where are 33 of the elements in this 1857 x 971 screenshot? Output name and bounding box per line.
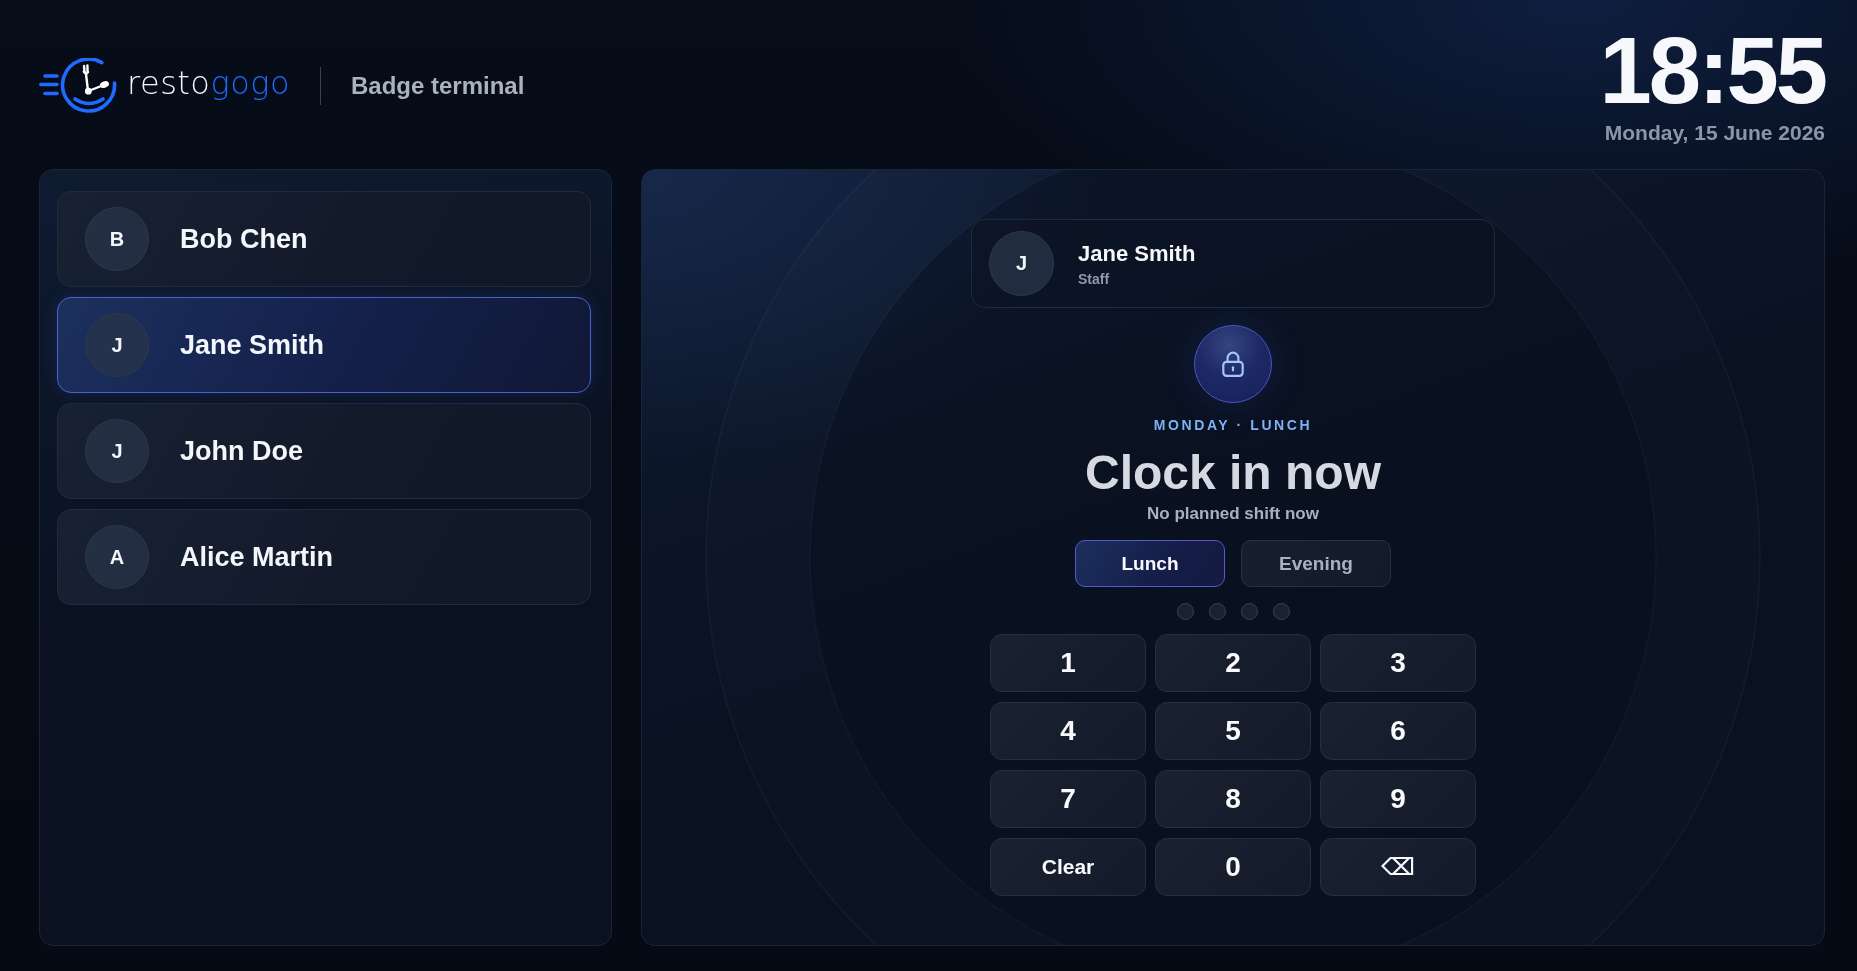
clock-date: Monday, 15 June 2026 [1604, 120, 1825, 145]
clear-button[interactable]: Clear [990, 838, 1146, 897]
keypad-key[interactable]: 6 [1320, 702, 1476, 761]
keypad-key[interactable]: 8 [1155, 770, 1311, 829]
user-name: Jane Smith [1078, 240, 1196, 267]
keypad-key[interactable]: 9 [1320, 770, 1476, 829]
avatar: J [989, 231, 1054, 296]
staff-list-item[interactable]: J John Doe [57, 403, 591, 499]
avatar: J [85, 313, 149, 377]
avatar: J [85, 419, 149, 483]
shift-tab[interactable]: Evening [1241, 540, 1391, 588]
keypad-key[interactable]: 4 [990, 702, 1146, 761]
keypad-key[interactable]: 0 [1155, 838, 1311, 897]
staff-list-item[interactable]: J Jane Smith [57, 297, 591, 393]
user-role: Staff [1078, 270, 1111, 287]
keypad-key[interactable]: 1 [990, 634, 1146, 693]
clock-time: 18:55 [1599, 26, 1825, 116]
backspace-button[interactable]: ⌫ [1320, 838, 1476, 897]
action-heading: Clock in now [1085, 445, 1381, 501]
avatar: B [85, 207, 149, 271]
staff-list-item[interactable]: B Bob Chen [57, 191, 591, 287]
shift-status-text: No planned shift now [1147, 504, 1319, 525]
shift-tab[interactable]: Lunch [1075, 540, 1225, 588]
keypad-key[interactable]: 5 [1155, 702, 1311, 761]
keypad-key[interactable]: 7 [990, 770, 1146, 829]
page-title: Badge terminal [351, 71, 525, 100]
logo-icon [39, 57, 117, 114]
logo-wordmark: restogogo [127, 66, 290, 99]
keypad-key[interactable]: 2 [1155, 634, 1311, 693]
shift-context-label: MONDAY · LUNCH [1153, 417, 1313, 433]
keypad-key[interactable]: 3 [1320, 634, 1476, 693]
staff-list-item[interactable]: A Alice Martin [57, 509, 591, 605]
avatar: A [85, 525, 149, 589]
